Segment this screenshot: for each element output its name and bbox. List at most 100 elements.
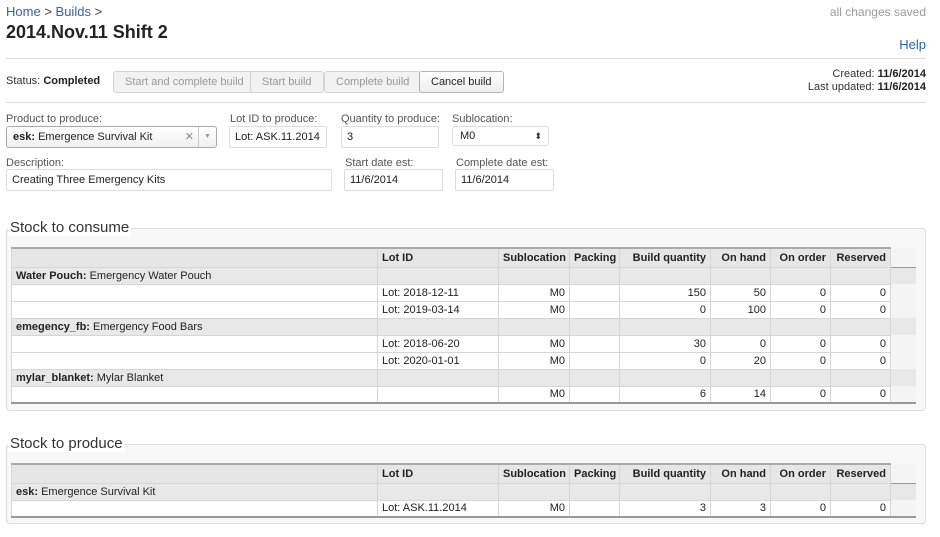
column-header-on-order[interactable]: On order — [770, 463, 831, 484]
build-quantity-cell[interactable]: 150 — [619, 283, 711, 302]
reserved-cell: 0 — [830, 283, 891, 302]
table-row[interactable]: M0 6 14 0 0 — [11, 385, 916, 404]
on-hand-cell: 3 — [710, 499, 771, 518]
item-code: esk: — [16, 485, 39, 498]
column-header-on-order[interactable]: On order — [770, 247, 831, 268]
column-header-build-quantity[interactable]: Build quantity — [619, 463, 711, 484]
sublocation-value: M0 — [460, 130, 476, 142]
complete-date-input[interactable] — [455, 169, 554, 191]
sublocation-cell: M0 — [498, 300, 570, 319]
divider — [6, 102, 926, 103]
sublocation-cell: M0 — [498, 385, 570, 404]
item-code: Water Pouch: — [16, 269, 87, 282]
on-hand-cell: 0 — [710, 334, 771, 353]
breadcrumb-builds[interactable]: Builds — [56, 4, 91, 19]
column-header-reserved[interactable]: Reserved — [830, 463, 891, 484]
build-status: Status: Completed — [6, 75, 100, 87]
column-header-packing[interactable]: Packing — [569, 463, 620, 484]
packing-cell — [569, 300, 620, 319]
start-date-label: Start date est: — [345, 157, 414, 169]
column-header-sublocation[interactable]: Sublocation — [498, 247, 570, 268]
start-build-button[interactable]: Start build — [250, 71, 324, 93]
help-link[interactable]: Help — [899, 37, 926, 52]
packing-cell — [569, 334, 620, 353]
breadcrumb-separator: > — [44, 4, 52, 19]
sublocation-select[interactable]: M0 ⬍ — [452, 126, 549, 146]
cancel-build-button[interactable]: Cancel build — [419, 71, 504, 93]
sublocation-cell: M0 — [498, 283, 570, 302]
breadcrumb-home[interactable]: Home — [6, 4, 41, 19]
start-date-input[interactable] — [344, 169, 443, 191]
table-row[interactable]: Lot: 2020-01-01 M0 0 20 0 0 — [11, 351, 916, 370]
on-order-cell: 0 — [770, 499, 831, 518]
item-name: Mylar Blanket — [96, 371, 164, 384]
group-label: emegency_fb: Emergency Food Bars — [11, 317, 378, 336]
packing-cell — [569, 385, 620, 404]
page-title: 2014.Nov.11 Shift 2 — [6, 22, 168, 42]
build-quantity-cell[interactable]: 30 — [619, 334, 711, 353]
stock-to-consume-table: Lot ID Sublocation Packing Build quantit… — [11, 247, 916, 404]
on-order-cell: 0 — [770, 385, 831, 404]
build-quantity-cell[interactable]: 3 — [619, 499, 711, 518]
reserved-cell: 0 — [830, 351, 891, 370]
product-select[interactable]: esk: Emergence Survival Kit ✕ ▼ — [6, 126, 217, 148]
table-header-row: Lot ID Sublocation Packing Build quantit… — [11, 247, 916, 268]
build-quantity-cell[interactable]: 0 — [619, 300, 711, 319]
table-row[interactable]: Lot: ASK.11.2014 M0 3 3 0 0 — [11, 499, 916, 518]
group-row: emegency_fb: Emergency Food Bars — [11, 317, 916, 336]
column-header-sublocation[interactable]: Sublocation — [498, 463, 570, 484]
lot-input[interactable] — [229, 126, 327, 148]
group-row: esk: Emergence Survival Kit — [11, 482, 916, 501]
build-quantity-cell[interactable]: 0 — [619, 351, 711, 370]
on-order-cell: 0 — [770, 300, 831, 319]
status-label: Status: — [6, 75, 41, 87]
sublocation-label: Sublocation: — [452, 113, 513, 125]
lot-cell: Lot: 2020-01-01 — [377, 351, 499, 370]
product-name: Emergence Survival Kit — [38, 131, 153, 143]
item-name: Emergency Water Pouch — [89, 269, 212, 282]
save-status: all changes saved — [829, 5, 926, 19]
group-label: esk: Emergence Survival Kit — [11, 482, 378, 501]
column-header-on-hand[interactable]: On hand — [710, 463, 771, 484]
stock-to-produce-table: Lot ID Sublocation Packing Build quantit… — [11, 463, 916, 518]
updated-value: 11/6/2014 — [877, 81, 926, 93]
column-header-packing[interactable]: Packing — [569, 247, 620, 268]
table-row[interactable]: Lot: 2018-12-11 M0 150 50 0 0 — [11, 283, 916, 302]
build-quantity-cell[interactable]: 6 — [619, 385, 711, 404]
breadcrumb-separator: > — [94, 4, 103, 19]
item-name: Emergency Food Bars — [93, 320, 203, 333]
group-label: mylar_blanket: Mylar Blanket — [11, 368, 378, 387]
column-header-lot-id[interactable]: Lot ID — [377, 247, 499, 268]
table-header-row: Lot ID Sublocation Packing Build quantit… — [11, 463, 916, 484]
column-header-spacer — [890, 464, 916, 484]
description-input[interactable] — [6, 169, 332, 191]
reserved-cell: 0 — [830, 499, 891, 518]
column-header-item — [11, 463, 378, 484]
on-hand-cell: 50 — [710, 283, 771, 302]
start-and-complete-build-button[interactable]: Start and complete build — [113, 71, 256, 93]
column-header-reserved[interactable]: Reserved — [830, 247, 891, 268]
chevron-down-icon[interactable]: ▼ — [198, 127, 216, 147]
on-hand-cell: 14 — [710, 385, 771, 404]
column-header-item — [11, 247, 378, 268]
column-header-on-hand[interactable]: On hand — [710, 247, 771, 268]
quantity-input[interactable] — [341, 126, 439, 148]
reserved-cell: 0 — [830, 334, 891, 353]
reserved-cell: 0 — [830, 300, 891, 319]
group-row: mylar_blanket: Mylar Blanket — [11, 368, 916, 387]
table-row[interactable]: Lot: 2019-03-14 M0 0 100 0 0 — [11, 300, 916, 319]
group-label: Water Pouch: Emergency Water Pouch — [11, 266, 378, 285]
lot-cell: Lot: 2019-03-14 — [377, 300, 499, 319]
packing-cell — [569, 283, 620, 302]
column-header-build-quantity[interactable]: Build quantity — [619, 247, 711, 268]
lot-cell — [377, 385, 499, 404]
on-order-cell: 0 — [770, 283, 831, 302]
clear-icon[interactable]: ✕ — [185, 127, 194, 147]
item-code: mylar_blanket: — [16, 371, 94, 384]
description-label: Description: — [6, 157, 65, 169]
sublocation-cell: M0 — [498, 334, 570, 353]
complete-build-button[interactable]: Complete build — [324, 71, 422, 93]
stock-to-produce-title: Stock to produce — [8, 435, 125, 452]
table-row[interactable]: Lot: 2018-06-20 M0 30 0 0 0 — [11, 334, 916, 353]
column-header-lot-id[interactable]: Lot ID — [377, 463, 499, 484]
